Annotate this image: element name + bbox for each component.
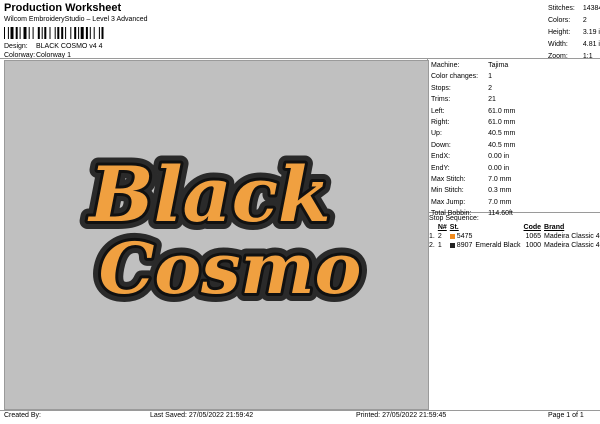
design-name: BLACK COSMO v4 4 bbox=[36, 43, 103, 50]
col-n: N# bbox=[437, 224, 447, 231]
machine-info-table: Machine: Tajima Color changes: 1 Stops: 2 Trim… bbox=[429, 59, 517, 221]
footer-page: Page 1 of 1 bbox=[548, 412, 584, 419]
artwork-line2-fill: Cosmo bbox=[99, 227, 362, 310]
machine-row: Down: 40.5 mm bbox=[431, 141, 516, 149]
barcode-bar bbox=[74, 27, 77, 39]
barcode bbox=[4, 27, 104, 39]
barcode-bar bbox=[93, 27, 95, 39]
barcode-bar bbox=[7, 27, 9, 39]
color-swatch bbox=[449, 233, 455, 239]
footer-printed: Printed: 27/05/2022 21:59:45 bbox=[356, 412, 447, 419]
color-swatch bbox=[449, 242, 455, 248]
barcode-bar bbox=[41, 27, 43, 39]
stat-row-stitches: Stitches:14384 bbox=[548, 5, 600, 12]
barcode-bar bbox=[23, 27, 27, 39]
design-preview: Black Black Black Cosmo Cosmo Cosmo bbox=[4, 60, 429, 410]
machine-row: Up: 40.5 mm bbox=[431, 130, 516, 138]
artwork-line1-fill: Black bbox=[87, 150, 330, 239]
barcode-bar bbox=[98, 27, 100, 39]
machine-row: Machine: Tajima bbox=[431, 62, 509, 69]
barcode-bar bbox=[57, 27, 60, 39]
software-subtitle: Wilcom EmbroideryStudio – Level 3 Advanc… bbox=[4, 16, 148, 23]
machine-row: Trims: 21 bbox=[431, 96, 496, 104]
stats-table: Stitches:14384 Colors:2 Height:3.19 in W… bbox=[546, 2, 600, 64]
stop-row: 2. 1 8907 Emerald Black 1000 Madeira Cla… bbox=[429, 242, 600, 249]
footer-last-saved: Last Saved: 27/05/2022 21:59:42 bbox=[150, 412, 254, 419]
page-title: Production Worksheet bbox=[4, 2, 122, 14]
machine-row: Left: 61.0 mm bbox=[431, 107, 516, 115]
barcode-bar bbox=[10, 27, 14, 39]
col-code: Code bbox=[523, 224, 542, 231]
machine-row: Right: 61.0 mm bbox=[431, 119, 516, 127]
barcode-bar bbox=[78, 27, 80, 39]
stat-row-zoom: Zoom: 1:1 bbox=[548, 53, 593, 60]
stop-row: 1. 2 5475 1065 Madeira Classic 40 bbox=[429, 233, 600, 240]
barcode-bar bbox=[65, 27, 67, 39]
col-st: St. bbox=[449, 224, 459, 231]
barcode-bar bbox=[85, 27, 88, 39]
stop-sequence-title: Stop Sequence: bbox=[429, 215, 479, 222]
embroidery-artwork: Black Black Black Cosmo Cosmo Cosmo bbox=[79, 142, 369, 318]
barcode-bar bbox=[89, 27, 91, 39]
machine-row: Max Jump: 7.0 mm bbox=[431, 198, 512, 206]
machine-row: Max Stitch: 7.0 mm bbox=[431, 176, 512, 184]
stop-sequence-table: N# St. Code Brand 1. 2 5475 1065 Madeira… bbox=[429, 223, 600, 250]
barcode-bar bbox=[61, 27, 64, 39]
barcode-bar bbox=[70, 27, 72, 39]
barcode-bar bbox=[19, 27, 21, 39]
barcode-bar bbox=[54, 27, 56, 39]
stat-row-colors: Colors: 2 bbox=[548, 17, 587, 24]
barcode-bar bbox=[80, 27, 84, 39]
barcode-bar bbox=[44, 27, 47, 39]
barcode-bar bbox=[49, 27, 51, 39]
machine-row: Min Stitch: 0.3 mm bbox=[431, 187, 512, 195]
barcode-bar bbox=[15, 27, 18, 39]
machine-row: Stops: 2 bbox=[431, 84, 492, 92]
machine-row: EndX: 0.00 in bbox=[431, 153, 510, 161]
barcode-bar bbox=[4, 27, 5, 39]
barcode-bar bbox=[32, 27, 34, 39]
barcode-bar bbox=[28, 27, 30, 39]
footer-created-by: Created By: bbox=[4, 412, 41, 419]
stat-row-width: Width:4.81 in bbox=[548, 41, 600, 48]
barcode-bar bbox=[101, 27, 104, 39]
design-label: Design: bbox=[4, 43, 28, 50]
stat-row-height: Height:3.19 in bbox=[548, 29, 600, 36]
col-brand: Brand bbox=[544, 224, 565, 231]
machine-row: Color changes: 1 bbox=[431, 73, 492, 81]
machine-row: EndY: 0.00 in bbox=[431, 164, 510, 172]
barcode-bar bbox=[37, 27, 40, 39]
